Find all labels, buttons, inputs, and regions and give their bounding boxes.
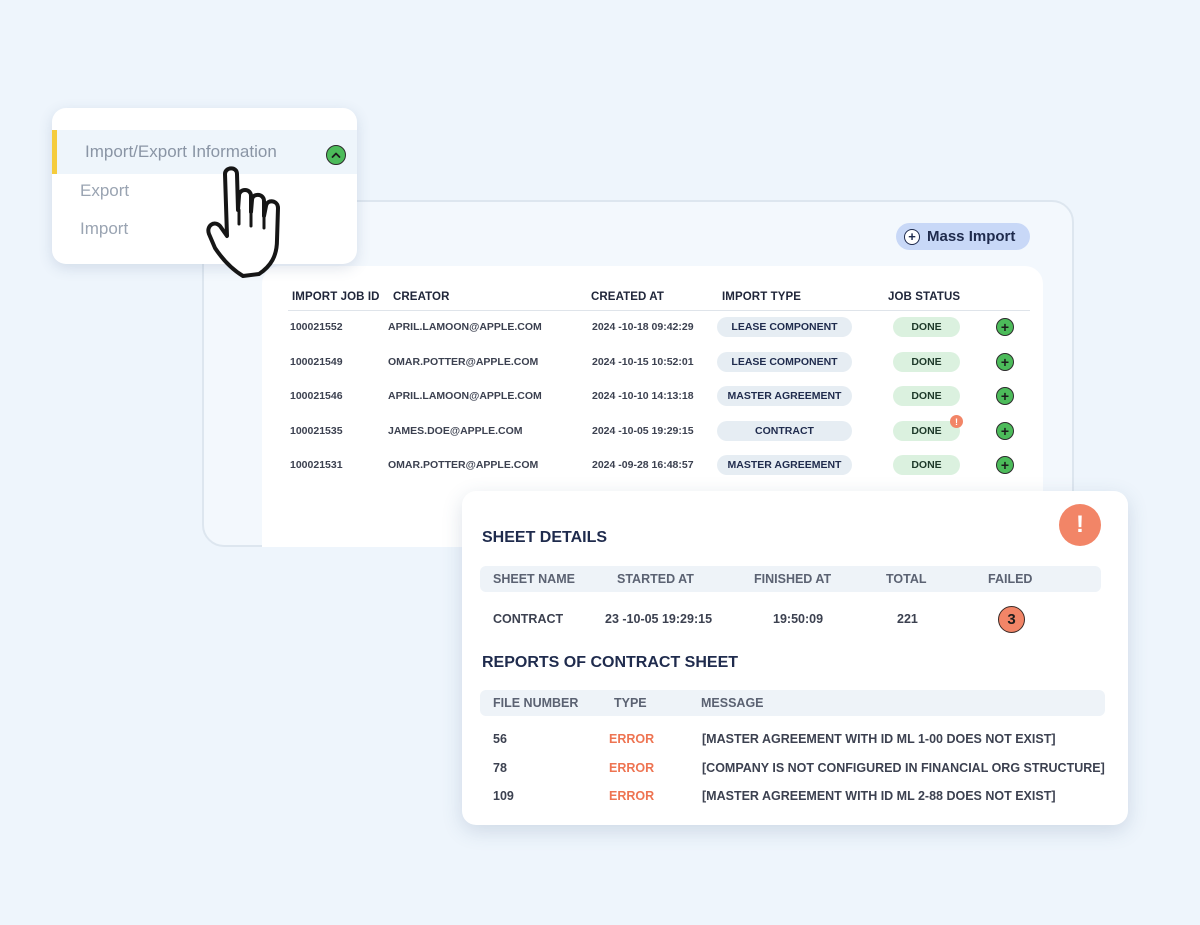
table-row[interactable]: 100021531 OMAR.POTTER@APPLE.COM 2024 -09… xyxy=(0,453,1200,477)
creator-cell: APRIL.LAMOON@APPLE.COM xyxy=(388,321,542,333)
sheet-details-title: SHEET DETAILS xyxy=(482,529,608,546)
created-at-cell: 2024 -10-18 09:42:29 xyxy=(592,321,694,333)
started-at-cell: 23 -10-05 19:29:15 xyxy=(605,612,713,626)
creator-cell: JAMES.DOE@APPLE.COM xyxy=(388,425,523,437)
message-cell: [COMPANY IS NOT CONFIGURED IN FINANCIAL … xyxy=(702,761,1105,775)
table-row[interactable]: 100021552 APRIL.LAMOON@APPLE.COM 2024 -1… xyxy=(0,315,1200,339)
import-type-badge: LEASE COMPONENT xyxy=(717,352,852,372)
hand-pointer-icon xyxy=(206,166,280,278)
column-header-import-job-id: IMPORT JOB ID xyxy=(292,291,380,303)
created-at-cell: 2024 -10-05 19:29:15 xyxy=(592,425,694,437)
header-divider xyxy=(288,310,1030,311)
reports-header: FILE NUMBER TYPE MESSAGE xyxy=(480,690,1105,716)
job-status-badge: DONE xyxy=(893,455,960,475)
column-header-started-at: STARTED AT xyxy=(617,572,694,586)
plus-icon: + xyxy=(904,228,920,245)
import-job-id-cell: 100021531 xyxy=(290,459,343,471)
created-at-cell: 2024 -09-28 16:48:57 xyxy=(592,459,694,471)
creator-cell: APRIL.LAMOON@APPLE.COM xyxy=(388,390,542,402)
table-row[interactable]: 100021535 JAMES.DOE@APPLE.COM 2024 -10-0… xyxy=(0,415,1200,443)
report-row: 56 ERROR [MASTER AGREEMENT WITH ID ML 1-… xyxy=(462,729,1128,749)
warning-icon[interactable]: ! xyxy=(950,415,963,428)
import-type-badge: MASTER AGREEMENT xyxy=(717,455,852,475)
file-number-cell: 109 xyxy=(493,789,514,803)
message-cell: [MASTER AGREEMENT WITH ID ML 2-88 DOES N… xyxy=(702,789,1056,803)
table-row[interactable]: 100021549 OMAR.POTTER@APPLE.COM 2024 -10… xyxy=(0,350,1200,374)
mass-import-label: Mass Import xyxy=(927,228,1016,245)
chevron-up-icon[interactable] xyxy=(326,145,346,165)
report-row: 78 ERROR [COMPANY IS NOT CONFIGURED IN F… xyxy=(462,758,1128,778)
column-header-job-status: JOB STATUS xyxy=(888,291,961,303)
sheet-details-header: SHEET NAME STARTED AT FINISHED AT TOTAL … xyxy=(480,566,1101,592)
import-job-id-cell: 100021546 xyxy=(290,390,343,402)
column-header-created-at: CREATED AT xyxy=(591,291,664,303)
menu-item-export[interactable]: Export xyxy=(80,181,129,201)
import-type-badge: LEASE COMPONENT xyxy=(717,317,852,337)
expand-plus-icon[interactable]: + xyxy=(996,422,1014,440)
column-header-message: MESSAGE xyxy=(701,696,764,710)
creator-cell: OMAR.POTTER@APPLE.COM xyxy=(388,459,539,471)
menu-item-label: Import/Export Information xyxy=(85,142,277,161)
job-status-badge: DONE xyxy=(893,386,960,406)
job-status-badge: DONE xyxy=(893,352,960,372)
expand-plus-icon[interactable]: + xyxy=(996,353,1014,371)
sheet-name-cell: CONTRACT xyxy=(493,612,564,626)
file-number-cell: 56 xyxy=(493,732,507,746)
import-type-badge: CONTRACT xyxy=(717,421,852,441)
column-header-finished-at: FINISHED AT xyxy=(754,572,832,586)
type-cell: ERROR xyxy=(609,761,655,775)
report-row: 109 ERROR [MASTER AGREEMENT WITH ID ML 2… xyxy=(462,786,1128,806)
alert-icon: ! xyxy=(1059,504,1101,546)
table-row[interactable]: 100021546 APRIL.LAMOON@APPLE.COM 2024 -1… xyxy=(0,384,1200,408)
message-cell: [MASTER AGREEMENT WITH ID ML 1-00 DOES N… xyxy=(702,732,1056,746)
expand-plus-icon[interactable]: + xyxy=(996,318,1014,336)
created-at-cell: 2024 -10-15 10:52:01 xyxy=(592,356,694,368)
import-job-id-cell: 100021552 xyxy=(290,321,343,333)
column-header-file-number: FILE NUMBER xyxy=(493,696,579,710)
column-header-failed: FAILED xyxy=(988,572,1033,586)
column-header-import-type: IMPORT TYPE xyxy=(722,291,802,303)
sheet-row: CONTRACT 23 -10-05 19:29:15 19:50:09 221 xyxy=(462,609,1128,629)
import-type-badge: MASTER AGREEMENT xyxy=(717,386,852,406)
failed-count-badge[interactable]: 3 xyxy=(998,606,1025,633)
import-job-id-cell: 100021549 xyxy=(290,356,343,368)
total-cell: 221 xyxy=(897,612,918,626)
column-header-sheet-name: SHEET NAME xyxy=(493,572,575,586)
creator-cell: OMAR.POTTER@APPLE.COM xyxy=(388,356,539,368)
column-header-creator: CREATOR xyxy=(393,291,450,303)
import-job-id-cell: 100021535 xyxy=(290,425,343,437)
reports-title: REPORTS OF CONTRACT SHEET xyxy=(482,654,739,671)
expand-plus-icon[interactable]: + xyxy=(996,387,1014,405)
import-jobs-table-header: IMPORT JOB ID CREATOR CREATED AT IMPORT … xyxy=(0,291,1200,311)
type-cell: ERROR xyxy=(609,789,655,803)
finished-at-cell: 19:50:09 xyxy=(773,612,824,626)
column-header-type: TYPE xyxy=(614,696,647,710)
mass-import-button[interactable]: + Mass Import xyxy=(896,223,1030,250)
menu-item-import[interactable]: Import xyxy=(80,219,128,239)
file-number-cell: 78 xyxy=(493,761,507,775)
column-header-total: TOTAL xyxy=(886,572,927,586)
type-cell: ERROR xyxy=(609,732,655,746)
job-status-badge: DONE xyxy=(893,317,960,337)
sheet-details-card: SHEET DETAILS ! SHEET NAME STARTED AT FI… xyxy=(462,491,1128,825)
expand-plus-icon[interactable]: + xyxy=(996,456,1014,474)
created-at-cell: 2024 -10-10 14:13:18 xyxy=(592,390,694,402)
